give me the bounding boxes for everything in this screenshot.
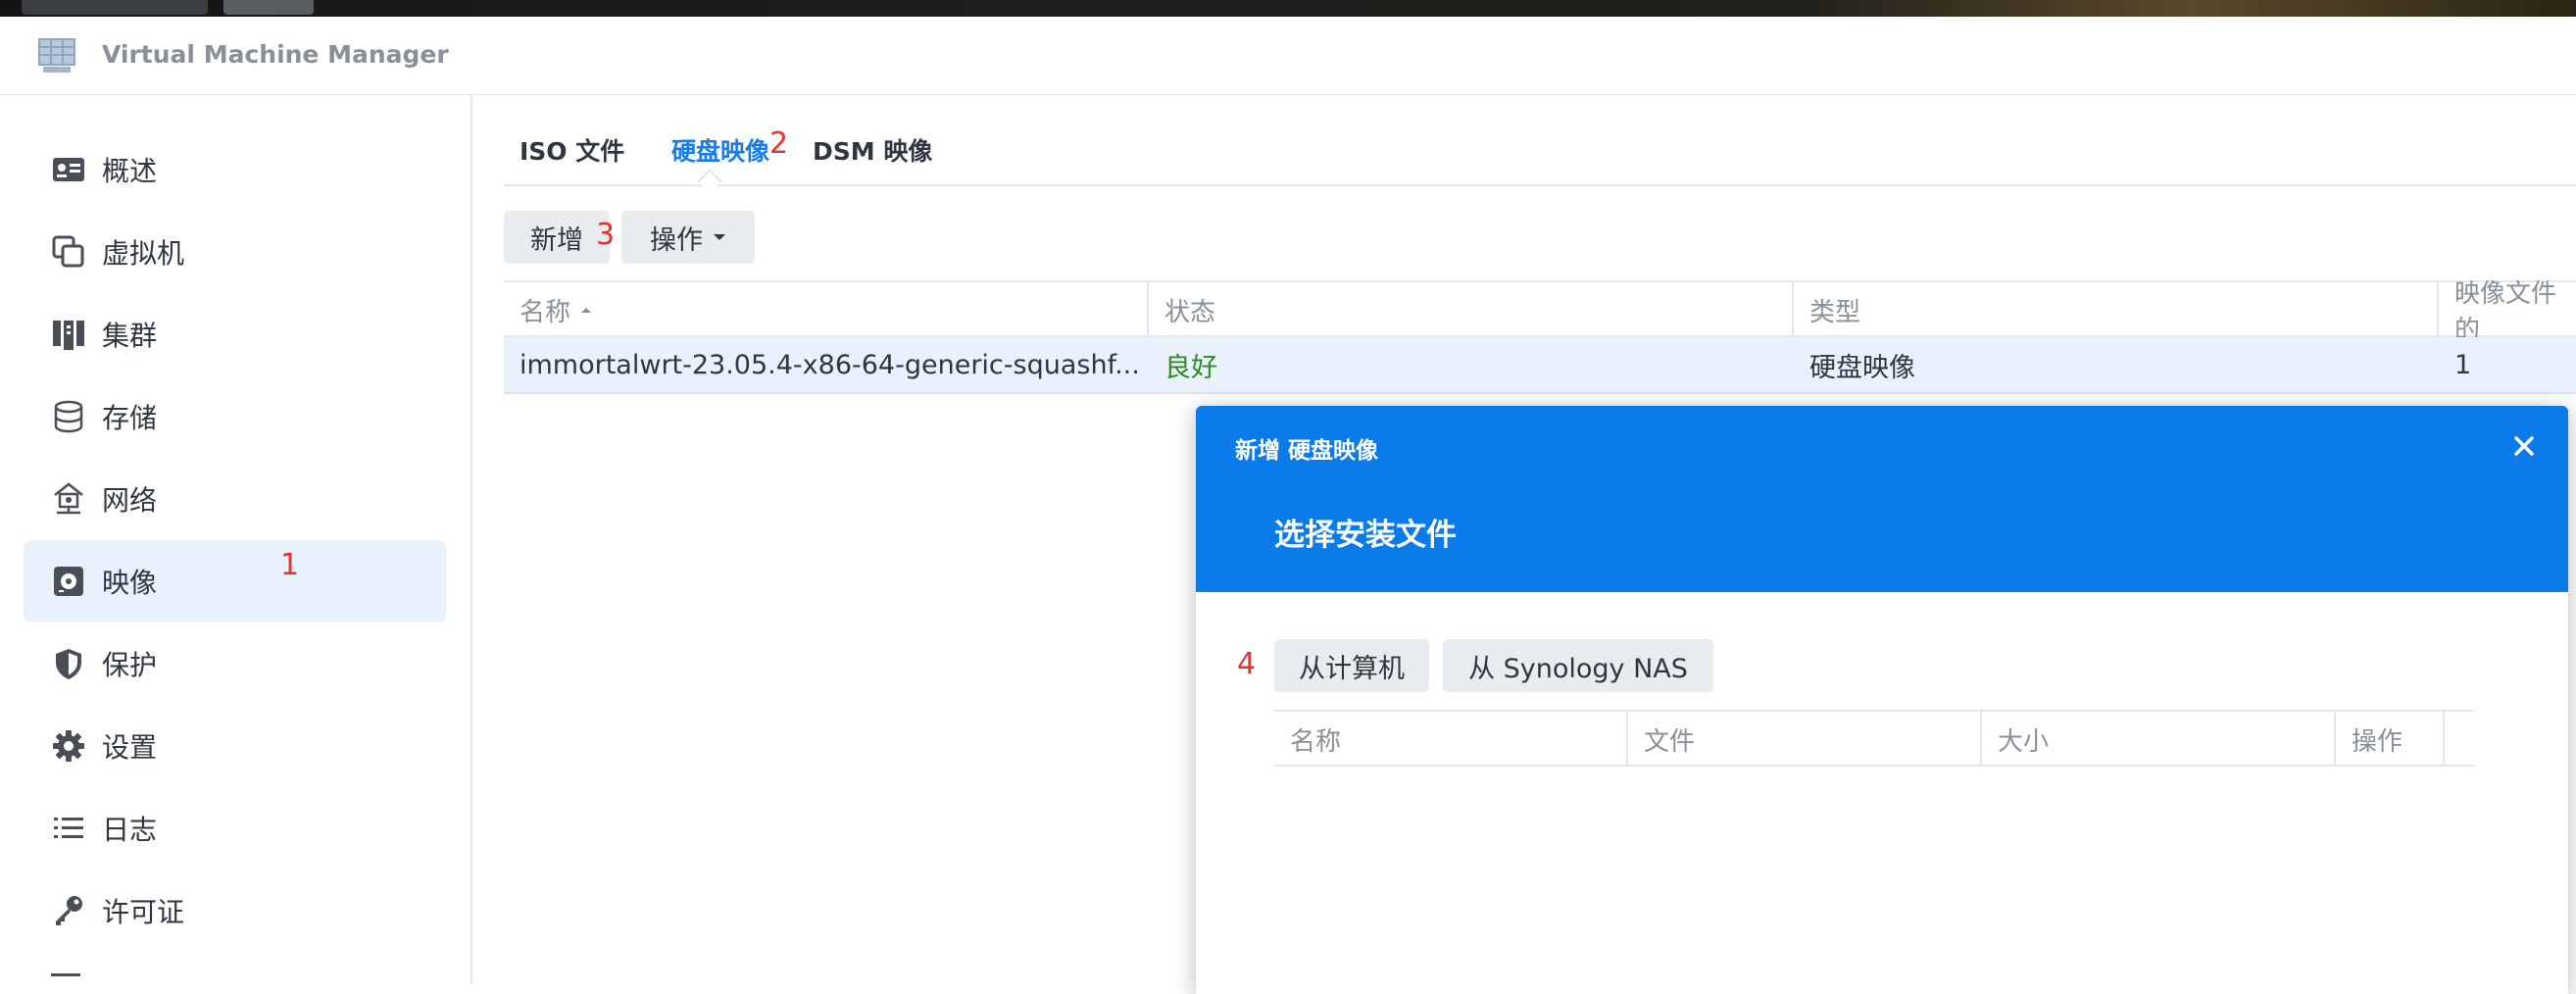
sidebar: 概述 虚拟机 集群 存储 网络 映像 1 保护 设置 日志 许可证	[0, 95, 472, 984]
cell-image-file-count: 1	[2454, 349, 2472, 380]
sidebar-item-label: 虚拟机	[102, 237, 185, 270]
annotation-marker: 4	[1237, 647, 1257, 681]
overview-icon	[53, 158, 84, 181]
annotation-marker: 1	[280, 548, 300, 582]
list-icon	[54, 818, 83, 838]
sidebar-item-network[interactable]: 网络	[24, 458, 446, 540]
column-header-name[interactable]: 名称	[504, 282, 1149, 337]
column-header-status[interactable]: 状态	[1149, 282, 1794, 337]
tab-iso-file[interactable]: ISO 文件	[520, 132, 624, 168]
from-computer-label: 从计算机	[1299, 653, 1405, 684]
caret-down-icon	[714, 234, 725, 240]
sidebar-item-label: 设置	[102, 731, 158, 764]
close-icon[interactable]	[2509, 431, 2539, 461]
sidebar-item-storage[interactable]: 存储	[24, 375, 446, 458]
network-icon	[54, 482, 83, 515]
dialog-step-title: 选择安装文件	[1274, 518, 1457, 553]
sort-ascending-icon	[581, 307, 592, 313]
sidebar-item-partial[interactable]	[51, 973, 80, 990]
sidebar-item-virtual-machine[interactable]: 虚拟机	[24, 211, 446, 293]
sidebar-item-overview[interactable]: 概述	[24, 128, 446, 211]
sidebar-item-label: 映像	[102, 567, 158, 599]
desktop-window-tab[interactable]	[223, 0, 314, 15]
cell-status: 良好	[1164, 352, 1217, 383]
sidebar-item-log[interactable]: 日志	[24, 787, 446, 870]
add-disk-image-dialog: 新增 硬盘映像 选择安装文件 4 从计算机 从 Synology NAS 名称 …	[1196, 406, 2568, 994]
app-title: Virtual Machine Manager	[102, 40, 449, 69]
storage-icon	[54, 400, 83, 433]
cell-type: 硬盘映像	[1809, 352, 1915, 383]
column-header-image-file[interactable]: 映像文件的	[2439, 279, 2576, 345]
add-button[interactable]: 新增	[504, 211, 610, 264]
sidebar-item-label: 保护	[102, 649, 158, 681]
sidebar-item-label: 网络	[102, 484, 158, 517]
sidebar-item-cluster[interactable]: 集群	[24, 293, 446, 375]
sidebar-item-label: 日志	[102, 814, 158, 846]
table-row[interactable]: immortalwrt-23.05.4-x86-64-generic-squas…	[504, 337, 2576, 394]
sidebar-item-label: 概述	[102, 155, 158, 187]
annotation-marker: 2	[769, 126, 789, 161]
sidebar-item-settings[interactable]: 设置	[24, 705, 446, 787]
key-icon	[56, 896, 82, 925]
sidebar-item-label: 集群	[102, 320, 158, 352]
virtual-machine-icon	[52, 235, 84, 268]
sidebar-item-image[interactable]: 映像 1	[24, 540, 446, 622]
desktop-background	[0, 0, 2576, 17]
column-header-size[interactable]: 大小	[1982, 712, 2336, 767]
window-titlebar: Virtual Machine Manager	[0, 17, 2576, 95]
gear-icon	[53, 730, 84, 762]
shield-icon	[56, 649, 81, 679]
tab-dsm-image[interactable]: DSM 映像	[813, 132, 932, 168]
sidebar-item-label: 存储	[102, 402, 158, 434]
from-nas-label: 从 Synology NAS	[1468, 653, 1688, 684]
desktop-window-tab[interactable]	[22, 0, 208, 15]
column-header-file[interactable]: 文件	[1628, 712, 1982, 767]
column-header-action[interactable]: 操作	[2336, 712, 2445, 767]
dialog-header: 新增 硬盘映像 选择安装文件	[1196, 406, 2568, 592]
sidebar-item-license[interactable]: 许可证	[24, 870, 446, 952]
file-table-header: 名称 文件 大小 操作	[1274, 710, 2474, 767]
sidebar-item-protection[interactable]: 保护	[24, 622, 446, 705]
tab-disk-image[interactable]: 硬盘映像	[671, 132, 769, 168]
from-synology-nas-button[interactable]: 从 Synology NAS	[1443, 639, 1713, 692]
cluster-icon	[53, 321, 84, 350]
virtual-machine-manager-icon	[38, 38, 75, 73]
dialog-title: 新增 硬盘映像	[1235, 438, 1379, 464]
tab-bar: ISO 文件 硬盘映像 2 DSM 映像	[504, 95, 2576, 186]
annotation-marker: 3	[596, 218, 616, 252]
column-header-type[interactable]: 类型	[1794, 282, 2439, 337]
image-table-header: 名称 状态 类型 映像文件的	[504, 279, 2576, 345]
column-header-name[interactable]: 名称	[1274, 712, 1628, 767]
action-button-label: 操作	[650, 224, 703, 256]
add-button-label: 新增	[530, 224, 583, 256]
action-dropdown-button[interactable]: 操作	[621, 211, 755, 264]
cell-name: immortalwrt-23.05.4-x86-64-generic-squas…	[520, 349, 1140, 380]
image-icon	[54, 567, 83, 596]
sidebar-item-label: 许可证	[102, 896, 185, 928]
from-computer-button[interactable]: 从计算机	[1274, 639, 1429, 692]
